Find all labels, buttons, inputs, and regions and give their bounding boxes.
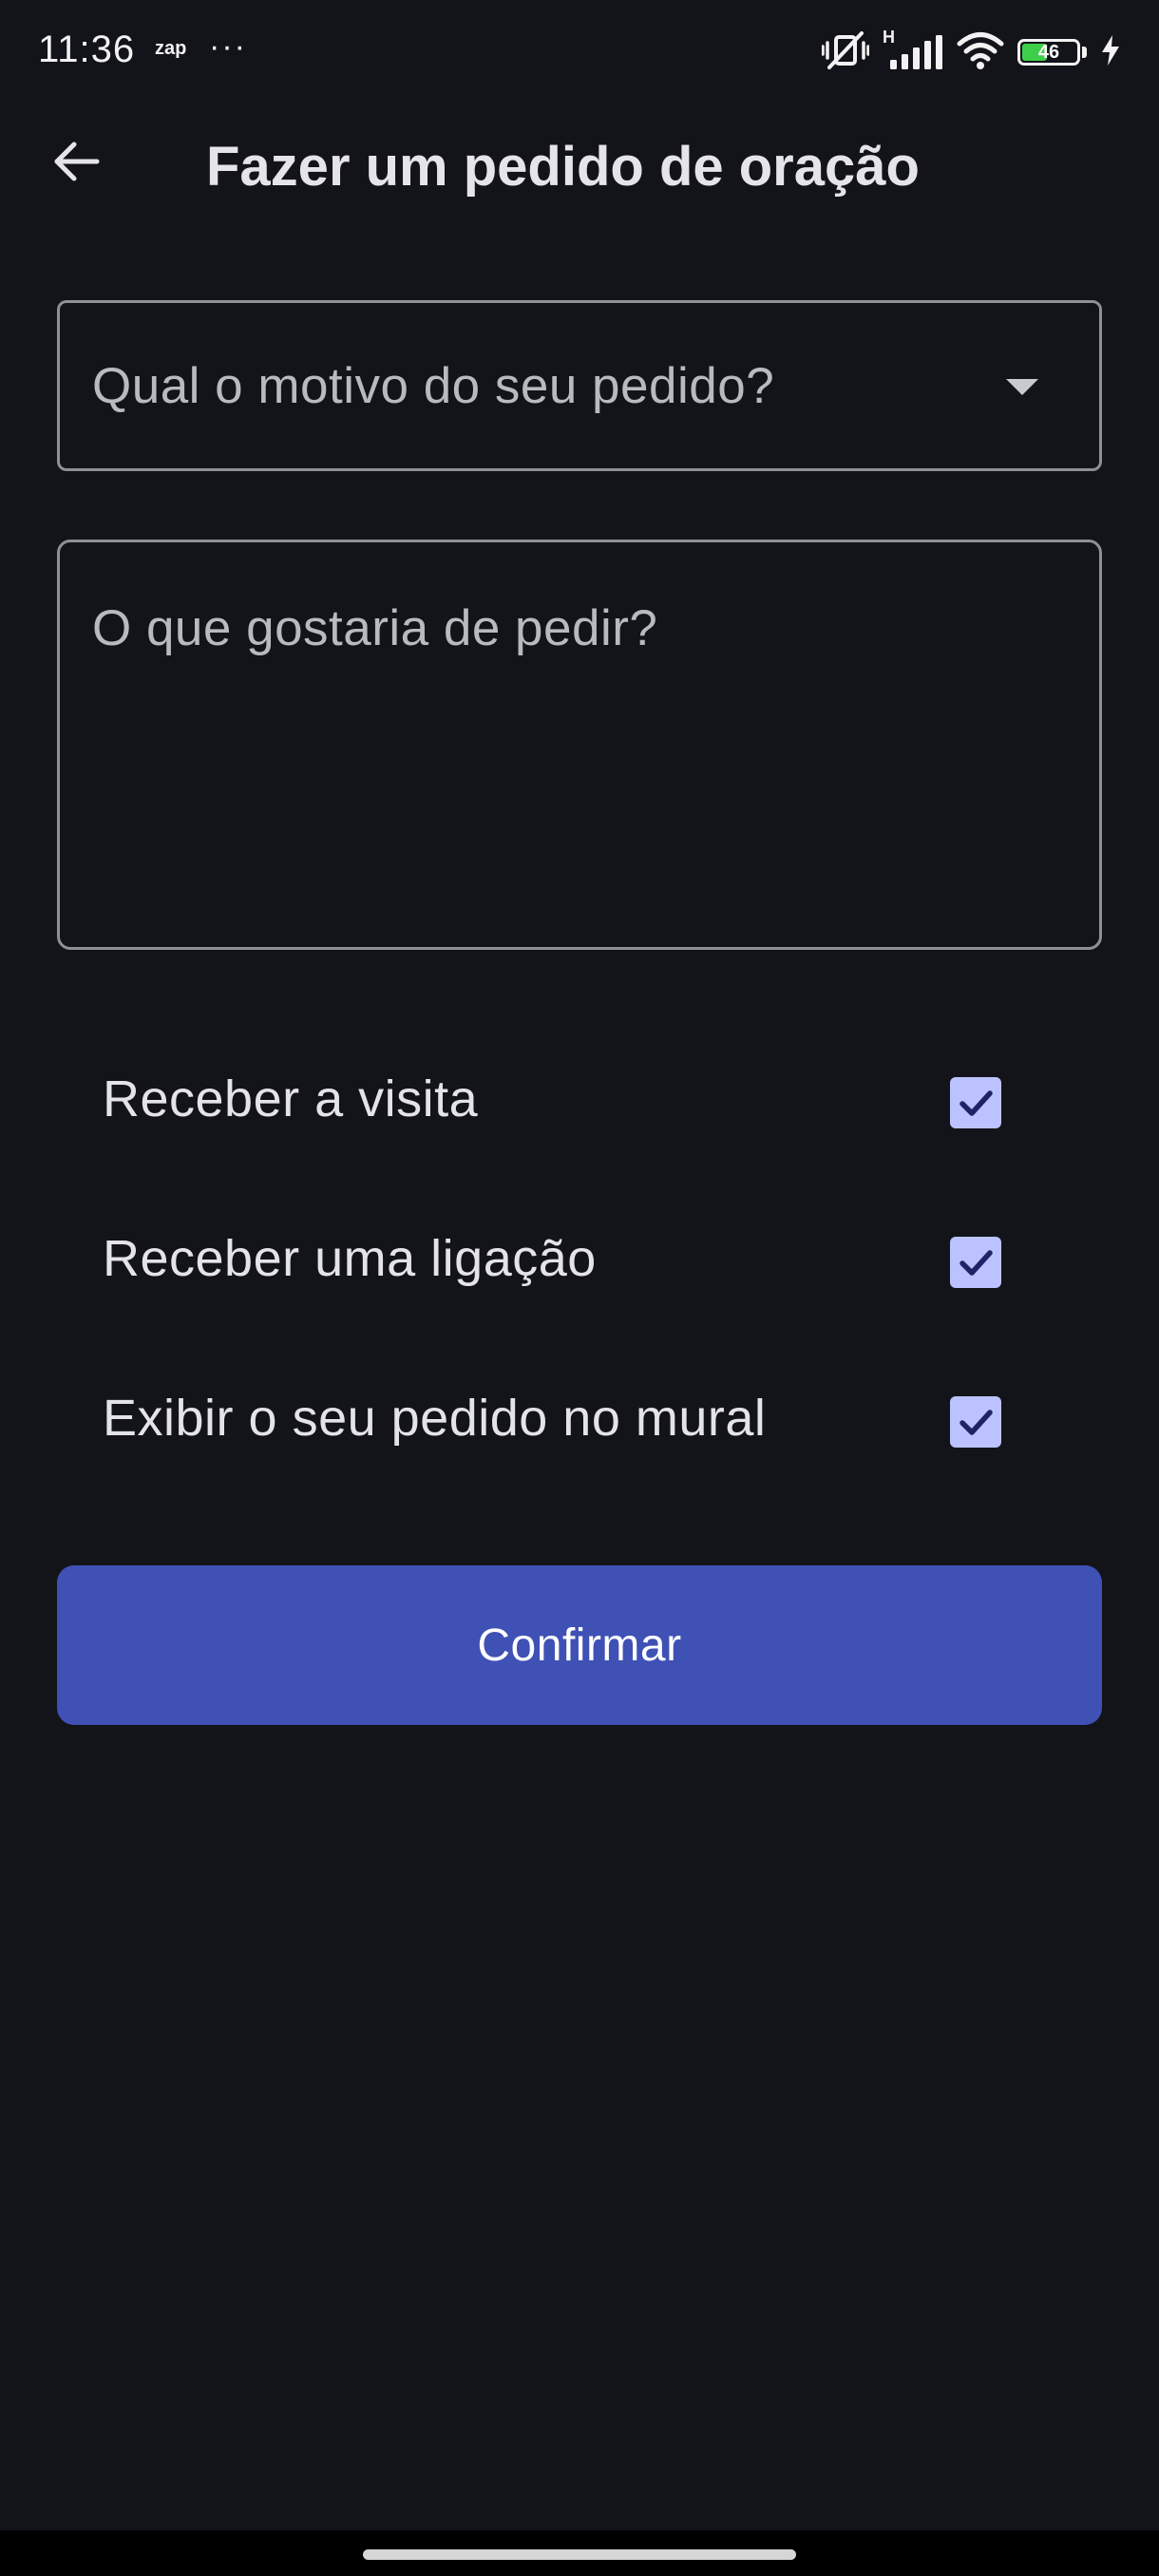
option-receive-call[interactable]: Receber uma ligação (57, 1185, 1102, 1328)
vibrate-off-icon (821, 29, 870, 76)
back-button[interactable] (38, 125, 114, 201)
reason-dropdown-placeholder: Qual o motivo do seu pedido? (92, 358, 775, 414)
battery-terminal (1082, 47, 1087, 58)
show-on-wall-checkbox[interactable] (950, 1396, 1001, 1448)
more-notifications-indicator: ··· (209, 28, 247, 65)
confirm-button[interactable]: Confirmar (57, 1565, 1102, 1725)
status-bar: 11:36 zap ··· H 46 (0, 0, 1159, 104)
charging-icon (1100, 34, 1121, 71)
checkmark-icon (960, 1250, 993, 1276)
receive-call-checkbox[interactable] (950, 1237, 1001, 1288)
status-time: 11:36 (38, 28, 136, 70)
option-show-on-wall[interactable]: Exibir o seu pedido no mural (57, 1345, 1102, 1487)
option-receive-visit[interactable]: Receber a visita (57, 1026, 1102, 1168)
wifi-icon (957, 29, 1004, 76)
option-label: Exibir o seu pedido no mural (103, 1390, 767, 1447)
reason-dropdown[interactable]: Qual o motivo do seu pedido? (57, 300, 1102, 471)
checkmark-icon (960, 1090, 993, 1116)
home-gesture-handle[interactable] (363, 2549, 796, 2560)
caret-down-icon (1006, 379, 1038, 401)
confirm-button-label: Confirmar (477, 1619, 682, 1671)
battery-level-text: 46 (1037, 41, 1060, 63)
arrow-left-icon (49, 135, 103, 193)
page-title: Fazer um pedido de oração (206, 136, 920, 198)
receive-visit-checkbox[interactable] (950, 1077, 1001, 1128)
request-text-placeholder: O que gostaria de pedir? (92, 600, 658, 656)
request-text-area[interactable]: O que gostaria de pedir? (57, 540, 1102, 950)
checkmark-icon (960, 1410, 993, 1435)
status-icons: H 46 (821, 28, 1121, 76)
option-label: Receber uma ligação (103, 1230, 597, 1287)
option-label: Receber a visita (103, 1070, 479, 1127)
battery-icon: 46 (1017, 39, 1080, 66)
app-bar: Fazer um pedido de oração (0, 104, 1159, 222)
signal-icon: H (883, 28, 943, 73)
notification-app-label: zap (155, 38, 187, 59)
system-navigation-bar (0, 2530, 1159, 2576)
